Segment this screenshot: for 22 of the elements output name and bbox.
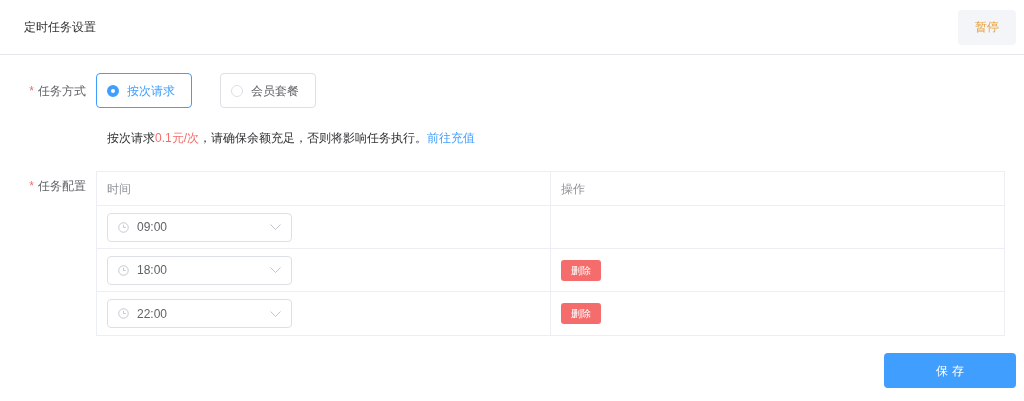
recharge-link[interactable]: 前往充值 (427, 131, 475, 145)
chevron-down-icon (270, 267, 281, 273)
time-picker[interactable]: 18:00 (107, 255, 292, 285)
time-picker[interactable]: 09:00 (107, 212, 292, 242)
clock-icon (118, 221, 129, 233)
radio-button[interactable]: 会员套餐 (220, 73, 316, 108)
clock-icon (118, 308, 129, 319)
hint-text: 按次请求0.1元/次，请确保余额充足，否则将影响任务执行。前往充值 (107, 131, 475, 145)
delete-button[interactable]: 删除 (561, 259, 601, 281)
save-button[interactable]: 保 存 (884, 353, 1016, 388)
chevron-down-icon (270, 310, 281, 317)
page-title: 定时任务设置 (24, 19, 96, 36)
column-header: 操作 (561, 180, 585, 198)
column-header: 时间 (107, 180, 131, 198)
pause-button[interactable]: 暂停 (958, 9, 1016, 45)
radio-button[interactable]: 按次请求 (96, 73, 192, 108)
form-label: * 任务配置 (28, 178, 87, 195)
form-label: * 任务方式 (28, 82, 87, 100)
time-picker[interactable]: 22:00 (107, 299, 292, 328)
delete-button[interactable]: 删除 (561, 303, 601, 324)
chevron-down-icon (270, 224, 281, 230)
clock-icon (118, 264, 129, 276)
